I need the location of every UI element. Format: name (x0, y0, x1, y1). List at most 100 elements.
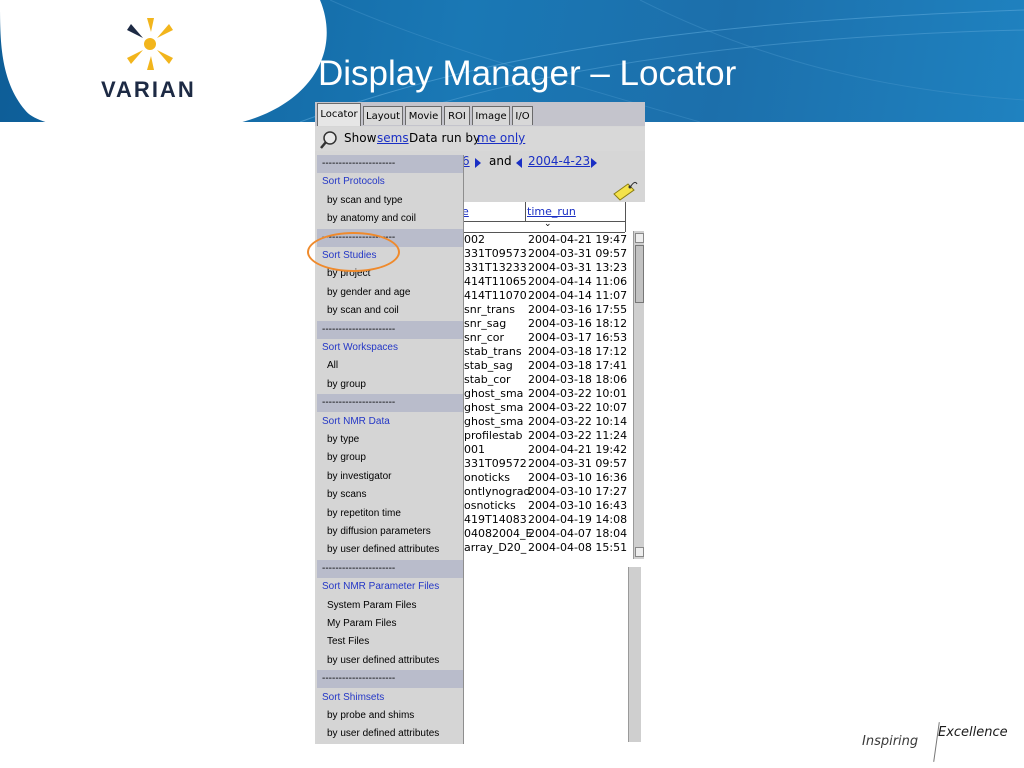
table-scrollbar[interactable] (633, 231, 644, 559)
row-name-cell: ontlynograd (464, 485, 531, 498)
menu-separator: ---------------------- (317, 155, 463, 173)
menu-item-by-scans[interactable]: by scans (317, 486, 463, 504)
row-name-cell: 331T13233 (464, 261, 527, 274)
menu-item-by-investigator[interactable]: by investigator (317, 468, 463, 486)
row-time-cell: 2004-03-10 17:27 (528, 485, 628, 498)
column-header-time-run[interactable]: time_run (527, 205, 576, 218)
row-time-cell: 2004-04-07 18:04 (528, 527, 628, 540)
and-label: and (489, 154, 512, 168)
slide-title: Display Manager – Locator (318, 54, 737, 93)
row-time-cell: 2004-03-17 16:53 (528, 331, 628, 344)
row-time-cell: 2004-04-21 19:42 (528, 443, 628, 456)
menu-item-by-anatomy-and-coil[interactable]: by anatomy and coil (317, 210, 463, 228)
menu-item-test-files[interactable]: Test Files (317, 633, 463, 651)
row-name-cell: 331T09572 (464, 457, 527, 470)
footer-inspiring: Inspiring (862, 734, 919, 749)
row-time-cell: 2004-03-10 16:43 (528, 499, 628, 512)
menu-header-sort-nmr-data: Sort NMR Data (322, 415, 390, 427)
row-time-cell: 2004-03-31 09:57 (528, 457, 628, 470)
menu-separator: ---------------------- (317, 394, 463, 413)
row-name-cell: 414T11065 (464, 275, 527, 288)
menu-item-by-user-defined-attributes[interactable]: by user defined attributes (317, 725, 463, 743)
menu-item-by-type[interactable]: by type (317, 431, 463, 449)
magnifier-icon[interactable] (319, 130, 339, 150)
menu-header-sort-protocols: Sort Protocols (322, 176, 385, 188)
menu-item-by-user-defined-attributes[interactable]: by user defined attributes (317, 541, 463, 559)
row-name-cell: onoticks (464, 471, 510, 484)
row-name-cell: 001 (464, 443, 485, 456)
tab-image[interactable]: Image (472, 106, 510, 125)
scroll-down-arrow-icon[interactable] (635, 547, 644, 557)
menu-header-sort-nmr-parameter-files: Sort NMR Parameter Files (322, 581, 440, 593)
tag-icon[interactable] (611, 178, 641, 202)
tab-locator[interactable]: Locator (317, 103, 361, 126)
footer-excellence: Excellence (938, 725, 1008, 740)
varian-logo-icon (127, 18, 173, 70)
date-from-next-icon[interactable] (475, 158, 481, 168)
menu-item-by-group[interactable]: by group (317, 376, 463, 394)
menu-item-by-scan-and-coil[interactable]: by scan and coil (317, 302, 463, 320)
tab-movie[interactable]: Movie (405, 106, 442, 125)
row-time-cell: 2004-04-14 11:07 (528, 289, 628, 302)
lower-scrollbar[interactable] (628, 567, 641, 742)
row-time-cell: 2004-03-31 13:23 (528, 261, 628, 274)
data-run-by-label: Data run by (409, 131, 481, 145)
menu-item-by-group[interactable]: by group (317, 449, 463, 467)
scroll-thumb[interactable] (635, 245, 644, 303)
locator-window: Locator Layout Movie ROI Image I/O Show … (315, 102, 645, 744)
row-name-cell: stab_trans (464, 345, 522, 358)
row-name-cell: ghost_sma (464, 415, 524, 428)
menu-item-by-probe-and-shims[interactable]: by probe and shims (317, 707, 463, 725)
row-name-cell: stab_sag (464, 359, 513, 372)
row-time-cell: 2004-03-18 18:06 (528, 373, 628, 386)
row-name-cell: 419T14083 (464, 513, 527, 526)
row-time-cell: 2004-03-31 09:57 (528, 247, 628, 260)
date-to-next-icon[interactable] (591, 158, 597, 168)
row-time-cell: 2004-03-22 10:14 (528, 415, 628, 428)
date-to-link[interactable]: 2004-4-23 (528, 154, 590, 168)
tab-layout[interactable]: Layout (363, 106, 403, 125)
menu-item-by-scan-and-type[interactable]: by scan and type (317, 192, 463, 210)
menu-item-by-gender-and-age[interactable]: by gender and age (317, 284, 463, 302)
sort-indicator-icon[interactable]: ⌄ (544, 219, 552, 229)
tab-bar: Locator Layout Movie ROI Image I/O (315, 102, 645, 126)
row-name-cell: 04082004_E (464, 527, 533, 540)
owner-link[interactable]: me only (477, 131, 525, 145)
row-name-cell: stab_cor (464, 373, 511, 386)
row-name-cell: osnoticks (464, 499, 516, 512)
row-name-cell: 331T09573 (464, 247, 527, 260)
menu-item-my-param-files[interactable]: My Param Files (317, 615, 463, 633)
column-divider-right (625, 202, 626, 232)
tab-roi[interactable]: ROI (444, 106, 470, 125)
row-name-cell: snr_sag (464, 317, 507, 330)
row-name-cell: snr_cor (464, 331, 505, 344)
row-time-cell: 2004-03-10 16:36 (528, 471, 628, 484)
tab-io[interactable]: I/O (512, 106, 533, 125)
menu-separator: ---------------------- (317, 670, 463, 689)
row-name-cell: array_D20_ (464, 541, 527, 554)
menu-separator: ---------------------- (317, 320, 463, 339)
sort-studies-highlight-circle (307, 232, 400, 272)
menu-item-by-user-defined-attributes[interactable]: by user defined attributes (317, 652, 463, 670)
row-time-cell: 2004-03-22 10:07 (528, 401, 628, 414)
scroll-up-arrow-icon[interactable] (635, 233, 644, 243)
row-time-cell: 2004-04-21 19:47 (528, 233, 628, 246)
menu-item-all[interactable]: All (317, 357, 463, 375)
row-time-cell: 2004-04-19 14:08 (528, 513, 628, 526)
menu-item-by-diffusion-parameters[interactable]: by diffusion parameters (317, 523, 463, 541)
row-name-cell: snr_trans (464, 303, 516, 316)
menu-item-system-param-files[interactable]: System Param Files (317, 597, 463, 615)
menu-item-by-repetiton-time[interactable]: by repetiton time (317, 505, 463, 523)
menu-separator: ---------------------- (317, 559, 463, 578)
row-time-cell: 2004-03-16 17:55 (528, 303, 628, 316)
row-name-cell: ghost_sma (464, 387, 524, 400)
show-row: Show sems Data run by me only (315, 127, 645, 151)
row-name-cell: 414T11070 (464, 289, 527, 302)
row-time-cell: 2004-03-18 17:41 (528, 359, 628, 372)
date-to-prev-icon[interactable] (516, 158, 522, 168)
show-type-link[interactable]: sems (377, 131, 409, 145)
row-time-cell: 2004-03-22 11:24 (528, 429, 628, 442)
row-name-cell: profilestab (464, 429, 523, 442)
row-name-cell: 002 (464, 233, 485, 246)
row-time-cell: 2004-04-08 15:51 (528, 541, 628, 554)
